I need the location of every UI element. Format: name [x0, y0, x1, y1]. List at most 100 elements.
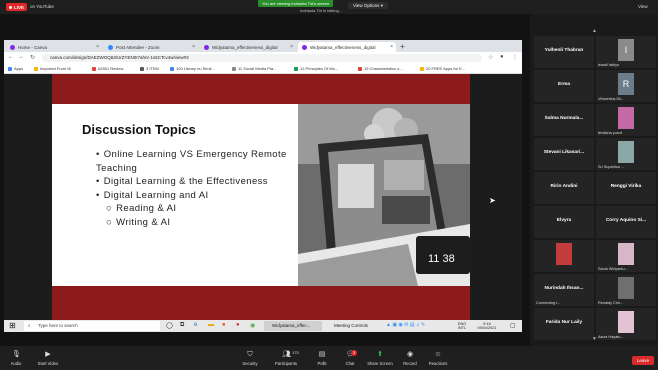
participants-button[interactable]: 👥︎ Participants	[266, 351, 306, 366]
start-video-button[interactable]: ▶ Start Video	[28, 351, 68, 366]
task-view-icon[interactable]: ⧉	[180, 322, 184, 329]
participant-video	[618, 311, 634, 333]
bookmark-label: 20 FREE Apps for E...	[426, 66, 466, 71]
participant-tile[interactable]: Sri Supartica ...	[596, 138, 656, 170]
star-icon[interactable]: ☆	[488, 54, 493, 61]
tab-zoom[interactable]: Post Attendee - Zoom ×	[104, 42, 198, 52]
reactions-button[interactable]: ☺ Reactions	[418, 351, 458, 366]
bookmark-item[interactable]: 15 Characteristics o...	[358, 66, 403, 71]
participant-tile[interactable]: Ririn Andini	[534, 172, 594, 204]
share-screen-icon: ⬆	[377, 351, 383, 358]
slide-top-band	[52, 74, 470, 104]
bookmark-item[interactable]: 12 Principles Of Mo...	[294, 66, 338, 71]
bookmark-item[interactable]: 20 FREE Apps for E...	[420, 66, 465, 71]
file-explorer-icon[interactable]: ▬	[208, 322, 214, 328]
tab-label: Widyatama_effectiveness_digital	[212, 44, 278, 50]
bookmark-item[interactable]: #2501 Review	[92, 66, 123, 71]
bookmark-icon	[358, 66, 362, 71]
taskbar-app-meeting-controls[interactable]: Meeting Controls	[326, 321, 380, 331]
notification-icon[interactable]: ▢	[510, 322, 516, 329]
edge-icon[interactable]: e	[194, 322, 197, 328]
chrome-icon[interactable]: ◉	[250, 322, 255, 329]
task-view-icon[interactable]: ◯	[166, 322, 173, 329]
profile-icon[interactable]: ●	[500, 54, 504, 60]
participant-label: Vinsentius Dh...	[598, 97, 625, 101]
bookmark-item[interactable]: Apps	[8, 66, 23, 71]
bookmark-icon	[232, 66, 236, 71]
participant-label: Renaldy Chri...	[598, 301, 624, 305]
new-tab-icon[interactable]: +	[400, 42, 405, 51]
canva-icon	[302, 44, 307, 50]
bookmark-item[interactable]: 100 Library nu Simil...	[170, 66, 215, 71]
live-badge[interactable]: LIVE	[6, 3, 28, 11]
participant-tile[interactable]: Iismail fathyu	[596, 36, 656, 68]
taskbar-search-input[interactable]: ⌕ Type here to search	[24, 321, 160, 331]
windows-start-icon[interactable]: ⊞	[9, 321, 16, 330]
tab-widyatama-2[interactable]: Widyatama_effectiveness_digital ×	[298, 42, 396, 52]
bookmark-item[interactable]: Imported From IE	[34, 66, 71, 71]
participant-name: Ririn Andini	[550, 184, 578, 189]
participant-tile[interactable]: Farida Nur Laily	[534, 308, 594, 340]
participant-tile[interactable]: Salma Nurmala...	[534, 104, 594, 136]
participant-tile[interactable]: Renaldy Chri...	[596, 274, 656, 306]
participant-tile[interactable]: ferdiana yusuf	[596, 104, 656, 136]
participant-tile[interactable]: Aziza Hayatu...	[596, 308, 656, 340]
participant-tile[interactable]: Elvyra	[534, 206, 594, 238]
close-icon[interactable]: ×	[96, 44, 99, 50]
slide-title: Discussion Topics	[82, 122, 196, 137]
chat-badge: 3	[351, 350, 357, 356]
participant-tile[interactable]: Nurindah Ihsan... Connecting t...	[534, 274, 594, 306]
video-off-icon: ▶	[45, 351, 51, 358]
bookmark-item[interactable]: 3 ITEM	[140, 66, 159, 71]
taskbar-app-chrome[interactable]: Widyatama_effec...	[264, 321, 322, 331]
bookmark-icon	[170, 66, 174, 71]
bookmark-label: Apps	[14, 66, 24, 71]
view-button[interactable]: View	[638, 4, 648, 9]
tab-label: Widyatama_effectiveness_digital	[310, 44, 376, 50]
region-label: INTL	[458, 326, 467, 330]
tray-icons[interactable]: ▲ ▣ ◉ ✉ ▤ ♫ ✎	[386, 322, 425, 328]
participant-name: Corry Aquino Si...	[605, 218, 647, 223]
bookmark-item[interactable]: 11 Social Media Pla...	[232, 66, 276, 71]
talking-indicator: Indriasta Tirt is talking...	[300, 8, 343, 13]
participant-tile[interactable]: Corry Aquino Si...	[596, 206, 656, 238]
bullet-icon: •	[96, 189, 100, 201]
close-icon[interactable]: ×	[290, 44, 293, 50]
forward-icon[interactable]: →	[18, 54, 24, 60]
phone-clock-text: 11 38	[428, 253, 455, 265]
gallery-down-icon[interactable]: ▼	[592, 336, 597, 342]
search-icon: ⌕	[28, 323, 31, 328]
close-icon[interactable]: ×	[192, 44, 195, 50]
participant-tile[interactable]: R Vinsentius Dh...	[596, 70, 656, 102]
tab-label: Home - Canva	[18, 44, 48, 50]
bookmark-icon	[294, 66, 298, 71]
url-input[interactable]: canva.com/design/DAEZWOQ63/UrZYEN0I7ahnr…	[42, 54, 482, 62]
security-button[interactable]: ⛉ Security	[230, 351, 270, 366]
firefox-icon[interactable]: ●	[222, 322, 226, 328]
gallery-up-icon[interactable]: ▲	[592, 28, 597, 34]
close-icon[interactable]: ×	[390, 44, 393, 50]
live-dot-icon	[9, 5, 12, 9]
participant-tile[interactable]: Sania Wiriyantu...	[596, 240, 656, 272]
bookmark-icon	[140, 66, 144, 71]
tab-widyatama-1[interactable]: Widyatama_effectiveness_digital ×	[200, 42, 296, 52]
tab-home-canva[interactable]: Home - Canva ×	[6, 42, 102, 52]
participant-tile[interactable]: Erma	[534, 70, 594, 102]
bookmark-label: 3 ITEM	[146, 66, 159, 71]
participant-tile[interactable]: Stevani Likasari...	[534, 138, 594, 170]
zoom-control-bar: 🎙︎ Audio ▶ Start Video ⛉ Security 👥︎ Partici…	[0, 346, 658, 370]
menu-icon[interactable]: ⋮	[512, 54, 518, 61]
participant-tile[interactable]: Renggi Virika	[596, 172, 656, 204]
participant-tile[interactable]: Yulhenli Thabran	[534, 36, 594, 68]
tray-clock[interactable]: 9:16 09/04/2021	[474, 322, 500, 330]
participant-tile[interactable]	[534, 240, 594, 272]
view-options-button[interactable]: View Options ▾	[348, 2, 388, 9]
slide-topic-item: • Digital Learning and AI	[96, 189, 306, 203]
leave-button[interactable]: Leave	[632, 356, 654, 365]
participant-label: Aziza Hayatu...	[598, 335, 624, 339]
reload-icon[interactable]: ↻	[30, 54, 35, 61]
back-icon[interactable]: ←	[8, 54, 14, 60]
live-destination[interactable]: on YouTube	[30, 4, 54, 9]
app-icon[interactable]: ●	[236, 322, 240, 328]
tray-language[interactable]: ENG INTL	[458, 322, 466, 330]
